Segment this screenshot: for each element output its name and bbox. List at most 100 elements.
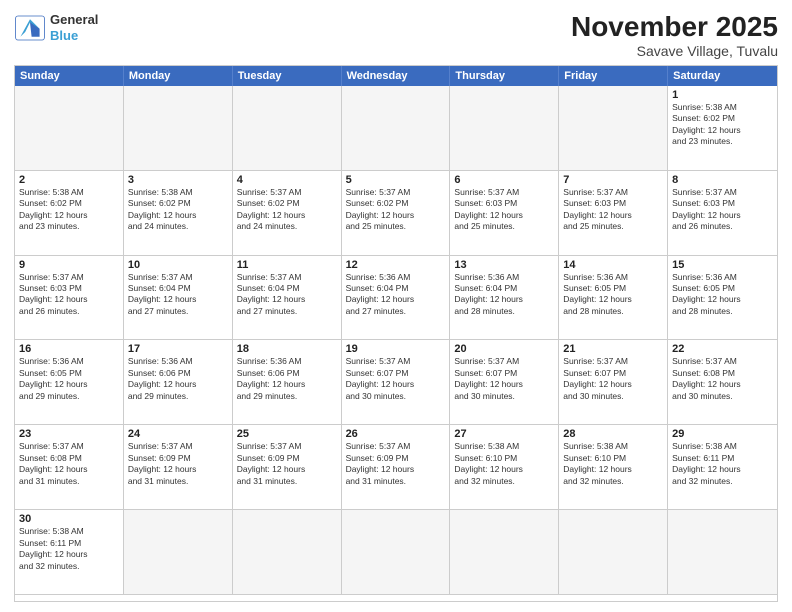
calendar-cell: 23Sunrise: 5:37 AM Sunset: 6:08 PM Dayli… xyxy=(15,425,124,510)
day-info: Sunrise: 5:36 AM Sunset: 6:05 PM Dayligh… xyxy=(19,356,119,402)
logo-blue: Blue xyxy=(50,28,78,43)
weekday-header: Thursday xyxy=(450,66,559,86)
day-info: Sunrise: 5:37 AM Sunset: 6:07 PM Dayligh… xyxy=(346,356,446,402)
day-info: Sunrise: 5:38 AM Sunset: 6:02 PM Dayligh… xyxy=(19,187,119,233)
day-number: 9 xyxy=(19,259,119,271)
calendar-cell: 21Sunrise: 5:37 AM Sunset: 6:07 PM Dayli… xyxy=(559,340,668,425)
logo-general: General xyxy=(50,12,98,27)
calendar-cell: 19Sunrise: 5:37 AM Sunset: 6:07 PM Dayli… xyxy=(342,340,451,425)
page: General Blue November 2025 Savave Villag… xyxy=(0,0,792,612)
calendar-cell xyxy=(559,86,668,171)
calendar-cell xyxy=(342,86,451,171)
sub-title: Savave Village, Tuvalu xyxy=(571,43,778,59)
calendar-cell xyxy=(559,510,668,595)
day-number: 19 xyxy=(346,343,446,355)
day-number: 4 xyxy=(237,174,337,186)
calendar-cell: 4Sunrise: 5:37 AM Sunset: 6:02 PM Daylig… xyxy=(233,171,342,256)
calendar-cell: 11Sunrise: 5:37 AM Sunset: 6:04 PM Dayli… xyxy=(233,256,342,341)
calendar-cell xyxy=(124,86,233,171)
calendar-cell: 20Sunrise: 5:37 AM Sunset: 6:07 PM Dayli… xyxy=(450,340,559,425)
day-info: Sunrise: 5:36 AM Sunset: 6:06 PM Dayligh… xyxy=(128,356,228,402)
day-number: 2 xyxy=(19,174,119,186)
day-info: Sunrise: 5:37 AM Sunset: 6:07 PM Dayligh… xyxy=(563,356,663,402)
day-info: Sunrise: 5:38 AM Sunset: 6:02 PM Dayligh… xyxy=(128,187,228,233)
day-number: 28 xyxy=(563,428,663,440)
calendar-cell: 18Sunrise: 5:36 AM Sunset: 6:06 PM Dayli… xyxy=(233,340,342,425)
day-info: Sunrise: 5:37 AM Sunset: 6:02 PM Dayligh… xyxy=(346,187,446,233)
calendar-cell: 16Sunrise: 5:36 AM Sunset: 6:05 PM Dayli… xyxy=(15,340,124,425)
title-block: November 2025 Savave Village, Tuvalu xyxy=(571,12,778,59)
calendar-cell: 9Sunrise: 5:37 AM Sunset: 6:03 PM Daylig… xyxy=(15,256,124,341)
day-number: 1 xyxy=(672,89,773,101)
day-info: Sunrise: 5:38 AM Sunset: 6:11 PM Dayligh… xyxy=(672,441,773,487)
day-number: 26 xyxy=(346,428,446,440)
calendar-cell: 1Sunrise: 5:38 AM Sunset: 6:02 PM Daylig… xyxy=(668,86,777,171)
weekday-header: Saturday xyxy=(668,66,777,86)
calendar-cell: 14Sunrise: 5:36 AM Sunset: 6:05 PM Dayli… xyxy=(559,256,668,341)
day-number: 6 xyxy=(454,174,554,186)
calendar-cell xyxy=(450,510,559,595)
calendar-cell: 7Sunrise: 5:37 AM Sunset: 6:03 PM Daylig… xyxy=(559,171,668,256)
day-number: 13 xyxy=(454,259,554,271)
calendar-cell xyxy=(233,86,342,171)
day-info: Sunrise: 5:37 AM Sunset: 6:02 PM Dayligh… xyxy=(237,187,337,233)
day-info: Sunrise: 5:36 AM Sunset: 6:05 PM Dayligh… xyxy=(672,272,773,318)
day-number: 7 xyxy=(563,174,663,186)
day-number: 5 xyxy=(346,174,446,186)
day-info: Sunrise: 5:36 AM Sunset: 6:04 PM Dayligh… xyxy=(346,272,446,318)
calendar-cell: 26Sunrise: 5:37 AM Sunset: 6:09 PM Dayli… xyxy=(342,425,451,510)
day-info: Sunrise: 5:37 AM Sunset: 6:09 PM Dayligh… xyxy=(237,441,337,487)
day-info: Sunrise: 5:36 AM Sunset: 6:04 PM Dayligh… xyxy=(454,272,554,318)
day-info: Sunrise: 5:37 AM Sunset: 6:08 PM Dayligh… xyxy=(19,441,119,487)
calendar-cell: 22Sunrise: 5:37 AM Sunset: 6:08 PM Dayli… xyxy=(668,340,777,425)
calendar-cell: 12Sunrise: 5:36 AM Sunset: 6:04 PM Dayli… xyxy=(342,256,451,341)
calendar-cell: 8Sunrise: 5:37 AM Sunset: 6:03 PM Daylig… xyxy=(668,171,777,256)
calendar-cell: 2Sunrise: 5:38 AM Sunset: 6:02 PM Daylig… xyxy=(15,171,124,256)
calendar-cell: 28Sunrise: 5:38 AM Sunset: 6:10 PM Dayli… xyxy=(559,425,668,510)
calendar-cell: 24Sunrise: 5:37 AM Sunset: 6:09 PM Dayli… xyxy=(124,425,233,510)
day-number: 23 xyxy=(19,428,119,440)
day-number: 21 xyxy=(563,343,663,355)
day-info: Sunrise: 5:37 AM Sunset: 6:04 PM Dayligh… xyxy=(237,272,337,318)
day-info: Sunrise: 5:38 AM Sunset: 6:10 PM Dayligh… xyxy=(563,441,663,487)
day-info: Sunrise: 5:37 AM Sunset: 6:03 PM Dayligh… xyxy=(454,187,554,233)
calendar-cell xyxy=(450,86,559,171)
day-number: 16 xyxy=(19,343,119,355)
calendar-cell: 25Sunrise: 5:37 AM Sunset: 6:09 PM Dayli… xyxy=(233,425,342,510)
day-number: 27 xyxy=(454,428,554,440)
day-info: Sunrise: 5:37 AM Sunset: 6:04 PM Dayligh… xyxy=(128,272,228,318)
day-info: Sunrise: 5:38 AM Sunset: 6:02 PM Dayligh… xyxy=(672,102,773,148)
calendar-cell: 30Sunrise: 5:38 AM Sunset: 6:11 PM Dayli… xyxy=(15,510,124,595)
day-number: 8 xyxy=(672,174,773,186)
main-title: November 2025 xyxy=(571,12,778,43)
logo-icon xyxy=(14,14,46,42)
day-number: 12 xyxy=(346,259,446,271)
day-info: Sunrise: 5:37 AM Sunset: 6:07 PM Dayligh… xyxy=(454,356,554,402)
day-info: Sunrise: 5:36 AM Sunset: 6:05 PM Dayligh… xyxy=(563,272,663,318)
day-info: Sunrise: 5:37 AM Sunset: 6:03 PM Dayligh… xyxy=(563,187,663,233)
calendar-cell: 3Sunrise: 5:38 AM Sunset: 6:02 PM Daylig… xyxy=(124,171,233,256)
logo-text: General Blue xyxy=(50,12,98,43)
logo: General Blue xyxy=(14,12,98,43)
weekday-header: Monday xyxy=(124,66,233,86)
calendar: SundayMondayTuesdayWednesdayThursdayFrid… xyxy=(14,65,778,602)
calendar-cell: 13Sunrise: 5:36 AM Sunset: 6:04 PM Dayli… xyxy=(450,256,559,341)
day-number: 3 xyxy=(128,174,228,186)
day-info: Sunrise: 5:38 AM Sunset: 6:10 PM Dayligh… xyxy=(454,441,554,487)
header: General Blue November 2025 Savave Villag… xyxy=(14,12,778,59)
calendar-cell xyxy=(15,86,124,171)
day-number: 14 xyxy=(563,259,663,271)
day-number: 24 xyxy=(128,428,228,440)
day-info: Sunrise: 5:37 AM Sunset: 6:09 PM Dayligh… xyxy=(346,441,446,487)
day-number: 10 xyxy=(128,259,228,271)
calendar-header: SundayMondayTuesdayWednesdayThursdayFrid… xyxy=(15,66,777,86)
calendar-cell: 6Sunrise: 5:37 AM Sunset: 6:03 PM Daylig… xyxy=(450,171,559,256)
calendar-cell xyxy=(342,510,451,595)
weekday-header: Friday xyxy=(559,66,668,86)
day-number: 18 xyxy=(237,343,337,355)
day-info: Sunrise: 5:37 AM Sunset: 6:09 PM Dayligh… xyxy=(128,441,228,487)
day-number: 25 xyxy=(237,428,337,440)
calendar-cell: 15Sunrise: 5:36 AM Sunset: 6:05 PM Dayli… xyxy=(668,256,777,341)
calendar-cell xyxy=(668,510,777,595)
day-info: Sunrise: 5:37 AM Sunset: 6:03 PM Dayligh… xyxy=(19,272,119,318)
